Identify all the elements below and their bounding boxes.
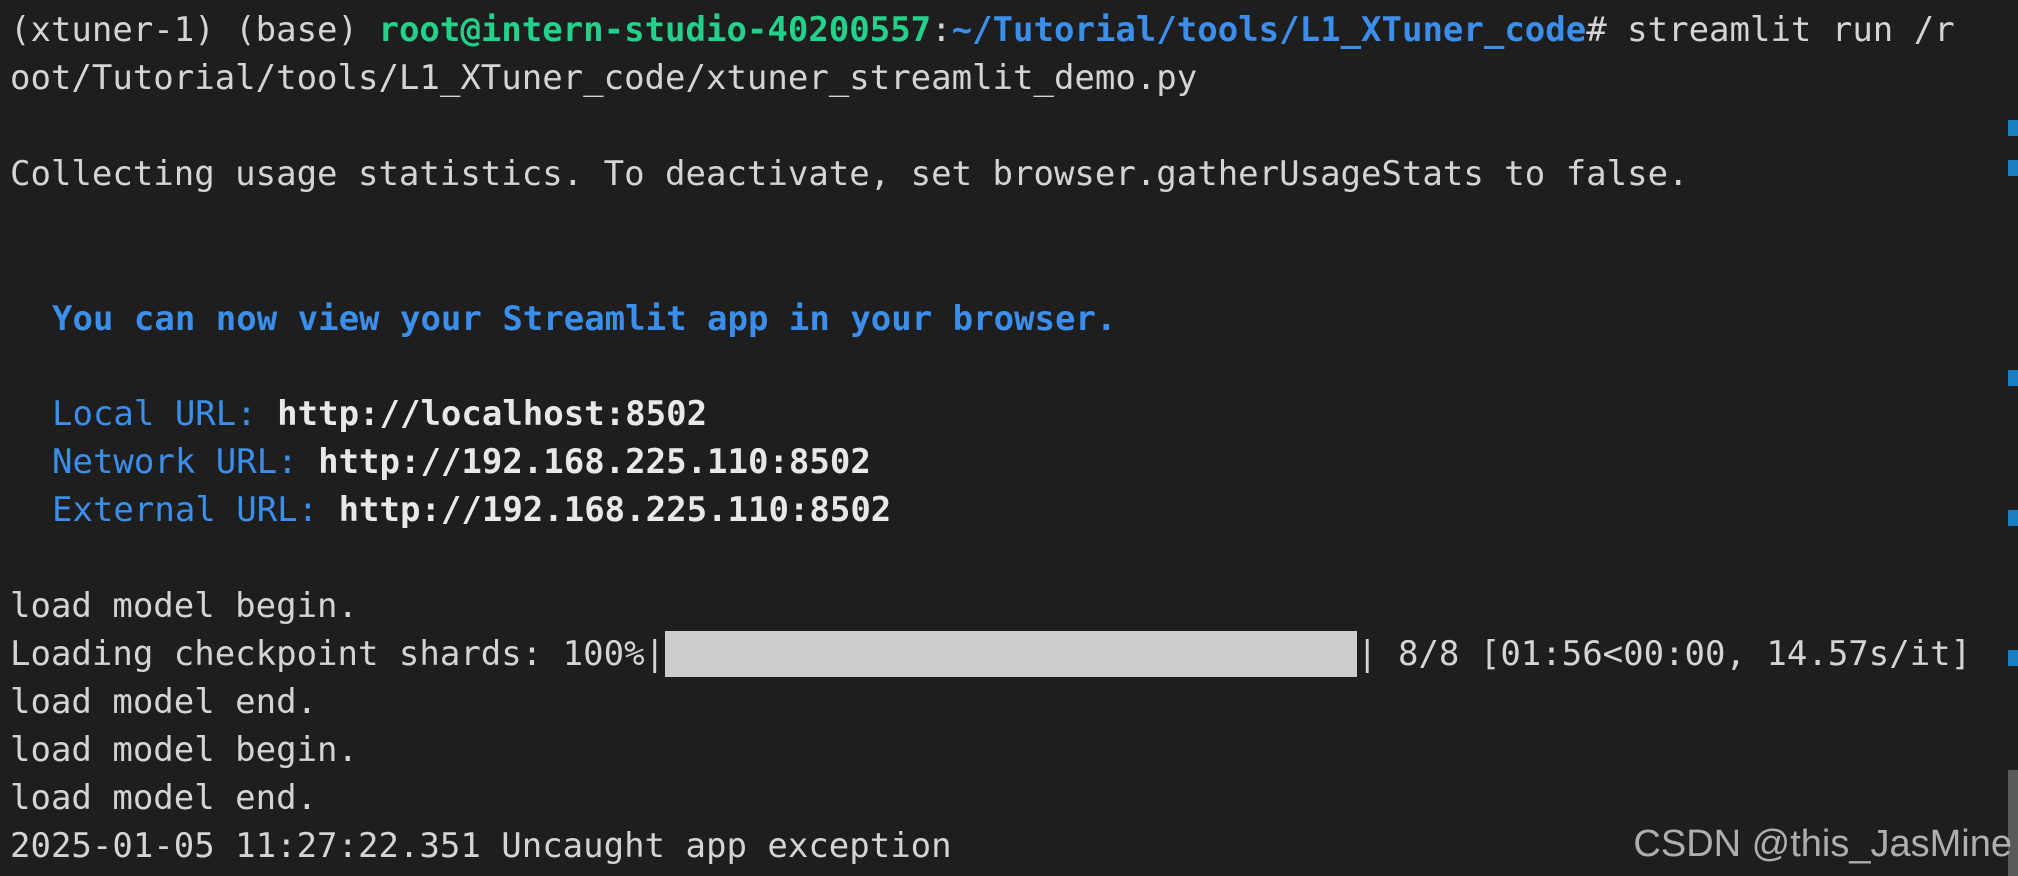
prompt-symbol: # — [1586, 10, 1628, 50]
view-app-message: You can now view your Streamlit app in y… — [52, 299, 1117, 339]
conda-env: (xtuner-1) (base) — [10, 10, 379, 50]
log-line: load model end. — [10, 778, 318, 818]
scroll-marker — [2008, 160, 2018, 176]
command-text: streamlit run /r — [1627, 10, 1955, 50]
local-url-label: Local URL: — [52, 394, 278, 434]
scroll-marker — [2008, 510, 2018, 526]
log-line: load model begin. — [10, 730, 358, 770]
working-directory: ~/Tutorial/tools/L1_XTuner_code — [951, 10, 1587, 50]
prompt-line: (xtuner-1) (base) root@intern-studio-402… — [10, 6, 1955, 54]
command-continuation: oot/Tutorial/tools/L1_XTuner_code/xtuner… — [10, 58, 1198, 98]
scroll-marker — [2008, 370, 2018, 386]
scroll-marker — [2008, 650, 2018, 666]
network-url-line: Network URL: http://192.168.225.110:8502 — [52, 438, 871, 486]
exception-line: 2025-01-05 11:27:22.351 Uncaught app exc… — [10, 826, 952, 866]
local-url-link[interactable]: http://localhost:8502 — [277, 394, 707, 434]
progress-bar — [665, 630, 1358, 677]
scroll-marker — [2008, 120, 2018, 136]
local-url-line: Local URL: http://localhost:8502 — [52, 390, 707, 438]
log-line: load model begin. — [10, 586, 358, 626]
external-url-line: External URL: http://192.168.225.110:850… — [52, 486, 891, 534]
prompt-separator: : — [931, 10, 952, 50]
external-url-link[interactable]: http://192.168.225.110:8502 — [339, 490, 892, 530]
network-url-link[interactable]: http://192.168.225.110:8502 — [318, 442, 871, 482]
progress-prefix: Loading checkpoint shards: 100%| — [10, 634, 666, 674]
user-host: root@intern-studio-40200557 — [378, 10, 932, 50]
scrollbar[interactable] — [2006, 0, 2018, 876]
network-url-label: Network URL: — [52, 442, 319, 482]
progress-line: Loading checkpoint shards: 100%| | 8/8 [0… — [10, 630, 1971, 678]
external-url-label: External URL: — [52, 490, 339, 530]
terminal-window[interactable]: (xtuner-1) (base) root@intern-studio-402… — [0, 0, 2018, 876]
usage-stats-message: Collecting usage statistics. To deactiva… — [10, 154, 1689, 194]
watermark: CSDN @this_JasMine — [1633, 823, 2012, 865]
log-line: load model end. — [10, 682, 318, 722]
progress-suffix: | 8/8 [01:56<00:00, 14.57s/it] — [1357, 634, 1972, 674]
